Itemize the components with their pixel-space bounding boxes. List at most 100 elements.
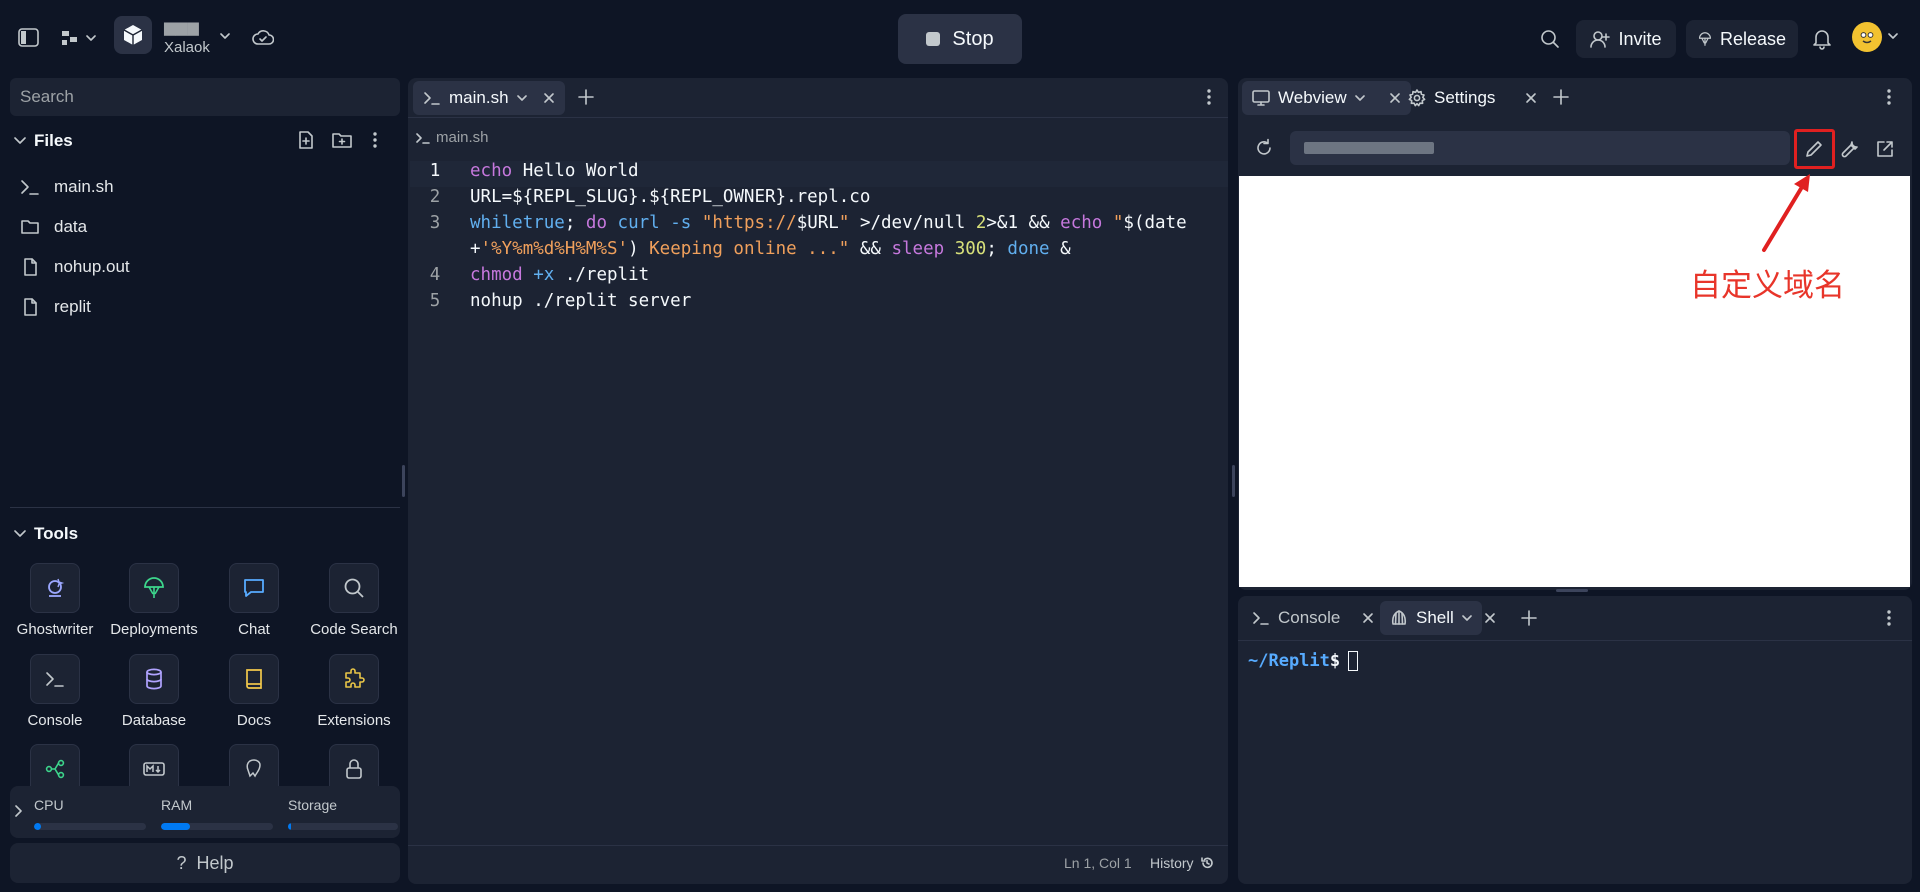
tab-webview[interactable]: Webview bbox=[1242, 81, 1411, 115]
close-icon[interactable] bbox=[1362, 612, 1374, 624]
resources-bar[interactable] bbox=[10, 786, 400, 838]
code-line[interactable]: 4 chmod +x ./replit bbox=[410, 265, 649, 291]
project-owner: Xalaok bbox=[164, 39, 210, 56]
avatar[interactable] bbox=[1852, 22, 1882, 52]
tool-docs[interactable]: Docs bbox=[204, 654, 304, 729]
git-icon[interactable] bbox=[30, 744, 80, 786]
terminal-icon bbox=[21, 180, 39, 195]
top-bar: ▆▆▆ Xalaok Stop Invite Release bbox=[0, 0, 1920, 78]
chevron-down-icon[interactable] bbox=[1888, 32, 1898, 40]
lock-icon[interactable] bbox=[329, 744, 379, 786]
tool-chat[interactable]: Chat bbox=[204, 563, 304, 638]
tool-console[interactable]: Console bbox=[5, 654, 105, 729]
annotation-arrow bbox=[1762, 174, 1810, 252]
chevron-down-icon bbox=[14, 137, 26, 144]
tab-settings[interactable]: Settings bbox=[1404, 81, 1547, 115]
cursor-position[interactable]: Ln 1, Col 1 bbox=[1064, 855, 1132, 871]
tools-section-header[interactable]: Tools bbox=[14, 524, 78, 544]
bell-icon[interactable] bbox=[1812, 28, 1832, 50]
file-icon bbox=[24, 258, 37, 276]
breadcrumb[interactable]: main.sh bbox=[416, 129, 489, 146]
history-button[interactable]: History bbox=[1150, 855, 1214, 871]
stop-button[interactable]: Stop bbox=[898, 14, 1022, 64]
file-item-data[interactable]: data bbox=[20, 212, 87, 242]
project-name[interactable]: ▆▆▆ bbox=[164, 18, 199, 36]
folder-icon bbox=[21, 220, 39, 234]
close-icon[interactable] bbox=[1525, 92, 1537, 104]
code-line[interactable]: 2 URL=${REPL_SLUG}.${REPL_OWNER}.repl.co bbox=[410, 187, 871, 213]
help-label: Help bbox=[196, 852, 234, 873]
stop-icon bbox=[926, 32, 941, 46]
workspace-menu-icon[interactable] bbox=[60, 28, 96, 48]
storage-label: Storage bbox=[288, 797, 338, 813]
tool-ghostwriter[interactable]: Ghostwriter bbox=[5, 563, 105, 638]
new-folder-icon[interactable] bbox=[331, 130, 353, 150]
resize-handle[interactable] bbox=[1556, 589, 1588, 592]
invite-button[interactable]: Invite bbox=[1576, 20, 1676, 58]
chevron-right-icon[interactable] bbox=[14, 805, 22, 817]
file-item-replit[interactable]: replit bbox=[20, 292, 91, 322]
gear-icon bbox=[1408, 89, 1426, 107]
tab-label: Console bbox=[1278, 608, 1341, 627]
refresh-icon[interactable] bbox=[1254, 138, 1274, 158]
cpu-meter-fill bbox=[34, 823, 41, 830]
resize-handle[interactable] bbox=[1232, 465, 1235, 497]
add-tab-icon[interactable] bbox=[1552, 88, 1570, 106]
close-icon[interactable] bbox=[1389, 92, 1401, 104]
url-input[interactable] bbox=[1290, 131, 1790, 165]
search-icon[interactable] bbox=[1540, 29, 1560, 49]
terminal-icon bbox=[1253, 612, 1269, 625]
wrench-icon[interactable] bbox=[1840, 139, 1860, 159]
resize-handle[interactable] bbox=[402, 465, 405, 497]
help-button[interactable]: ? Help bbox=[10, 843, 400, 883]
more-options-icon[interactable] bbox=[1886, 88, 1892, 106]
shell-prompt[interactable]: ~/Replit $ bbox=[1248, 651, 1359, 671]
close-icon[interactable] bbox=[543, 92, 555, 104]
file-item-nohup-out[interactable]: nohup.out bbox=[20, 252, 130, 282]
more-options-icon[interactable] bbox=[1886, 609, 1892, 627]
tab-label: Webview bbox=[1278, 88, 1347, 107]
tool-label: Chat bbox=[238, 621, 270, 638]
chevron-down-icon[interactable] bbox=[1354, 94, 1365, 102]
release-label: Release bbox=[1719, 28, 1786, 49]
chevron-down-icon[interactable] bbox=[220, 32, 230, 40]
close-icon[interactable] bbox=[1484, 612, 1496, 624]
tab-console[interactable]: Console bbox=[1242, 601, 1384, 635]
new-file-icon[interactable] bbox=[296, 130, 316, 150]
tab-main-sh[interactable]: main.sh bbox=[413, 81, 565, 115]
add-tab-icon[interactable] bbox=[577, 88, 595, 106]
add-tab-icon[interactable] bbox=[1520, 609, 1538, 627]
postgres-icon[interactable] bbox=[229, 744, 279, 786]
code-line[interactable]: + '%Y%m%d%H%M%S') Keeping online ..." && … bbox=[410, 239, 1071, 265]
prompt-sign: $ bbox=[1329, 651, 1341, 671]
files-section-header[interactable]: Files bbox=[14, 131, 73, 151]
search-input[interactable]: Search bbox=[10, 78, 400, 116]
more-options-icon[interactable] bbox=[1206, 88, 1212, 106]
chevron-down-icon[interactable] bbox=[516, 94, 527, 102]
tab-label: Shell bbox=[1416, 608, 1454, 627]
tool-deployments[interactable]: Deployments bbox=[104, 563, 204, 638]
tool-label: Code Search bbox=[310, 621, 398, 638]
code-line[interactable]: 3 while true; do curl -s "https://$URL " >… bbox=[410, 213, 1187, 239]
file-item-main-sh[interactable]: main.sh bbox=[20, 172, 114, 202]
code-line[interactable]: 1 echo Hello World bbox=[410, 161, 639, 187]
tool-database[interactable]: Database bbox=[104, 654, 204, 729]
markdown-icon[interactable] bbox=[129, 744, 179, 786]
project-avatar[interactable] bbox=[114, 16, 152, 54]
database-icon bbox=[129, 654, 179, 704]
release-button[interactable]: Release bbox=[1686, 20, 1798, 58]
chevron-down-icon[interactable] bbox=[1462, 614, 1472, 622]
tab-shell[interactable]: Shell bbox=[1380, 601, 1482, 635]
edit-domain-icon[interactable] bbox=[1804, 139, 1824, 159]
ghostwriter-icon bbox=[30, 563, 80, 613]
tool-extensions[interactable]: Extensions bbox=[304, 654, 404, 729]
sidebar-toggle-icon[interactable] bbox=[18, 28, 40, 48]
tab-label: Settings bbox=[1434, 88, 1496, 107]
terminal-icon bbox=[30, 654, 80, 704]
code-line[interactable]: 5 nohup ./replit server bbox=[410, 291, 692, 317]
open-new-window-icon[interactable] bbox=[1875, 139, 1895, 159]
more-options-icon[interactable] bbox=[372, 131, 378, 149]
tool-code-search[interactable]: Code Search bbox=[304, 563, 404, 638]
storage-meter-fill bbox=[288, 823, 292, 830]
url-blurred-text bbox=[1304, 142, 1434, 154]
